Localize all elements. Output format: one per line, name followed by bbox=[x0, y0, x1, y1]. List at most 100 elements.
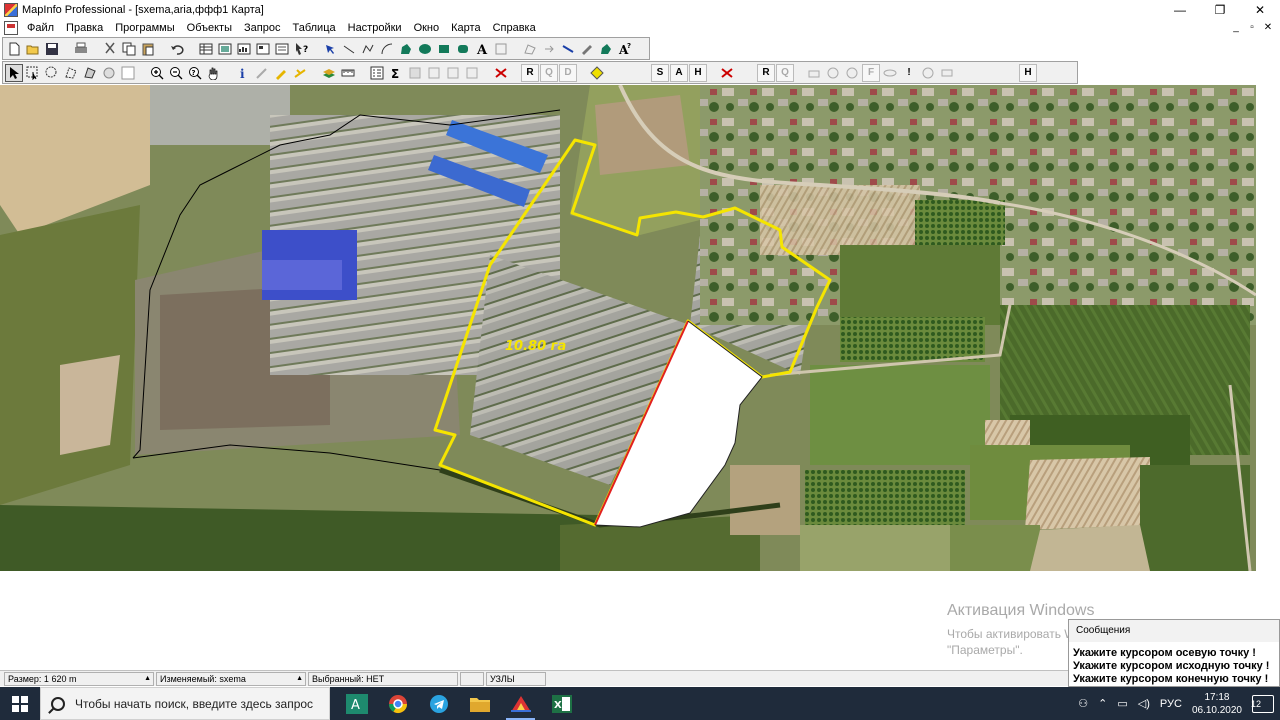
change-view-icon[interactable]: ? bbox=[186, 64, 204, 82]
taskbar-search[interactable]: Чтобы начать поиск, введите здесь запрос bbox=[40, 687, 330, 720]
d-button[interactable]: D bbox=[559, 63, 577, 82]
split-icon[interactable] bbox=[463, 64, 481, 82]
f-button[interactable]: F bbox=[862, 63, 880, 82]
messages-window[interactable]: Сообщения Укажите курсором осевую точку … bbox=[1068, 619, 1280, 687]
unselect-all-icon[interactable] bbox=[100, 64, 118, 82]
graph-select-icon[interactable] bbox=[119, 64, 137, 82]
menu-map[interactable]: Карта bbox=[446, 21, 487, 35]
new-grapher-icon[interactable] bbox=[235, 40, 253, 58]
q-button[interactable]: Q bbox=[540, 63, 558, 82]
label-tool-icon[interactable] bbox=[272, 64, 290, 82]
clock[interactable]: 17:18 06.10.2020 bbox=[1192, 691, 1242, 717]
route2-icon[interactable] bbox=[718, 64, 736, 82]
q2-button[interactable]: Q bbox=[776, 63, 794, 82]
redistrict-icon[interactable] bbox=[273, 40, 291, 58]
erase-outside-icon[interactable] bbox=[444, 64, 462, 82]
ruler-icon[interactable] bbox=[339, 64, 357, 82]
taskbar-app-explorer[interactable] bbox=[459, 687, 500, 720]
menu-query[interactable]: Запрос bbox=[239, 21, 287, 35]
select-arrow-icon[interactable] bbox=[321, 40, 339, 58]
menu-file[interactable]: Файл bbox=[22, 21, 61, 35]
rectangle-tool-icon[interactable] bbox=[435, 40, 453, 58]
notifications-button[interactable]: 12 bbox=[1251, 694, 1274, 713]
rounded-rect-tool-icon[interactable] bbox=[454, 40, 472, 58]
polyline-tool-icon[interactable] bbox=[359, 40, 377, 58]
undo-icon[interactable] bbox=[168, 40, 186, 58]
h2-button[interactable]: H bbox=[1019, 63, 1037, 82]
menu-edit[interactable]: Правка bbox=[61, 21, 110, 35]
new-file-icon[interactable] bbox=[5, 40, 23, 58]
drag-window-icon[interactable] bbox=[291, 64, 309, 82]
line-style-icon[interactable] bbox=[559, 40, 577, 58]
add-node-icon[interactable] bbox=[540, 40, 558, 58]
map-window[interactable]: 10.80 га bbox=[0, 85, 1256, 571]
eye-icon[interactable] bbox=[881, 64, 899, 82]
boundary-select-icon[interactable] bbox=[81, 64, 99, 82]
print-icon[interactable] bbox=[72, 40, 90, 58]
new-browser-icon[interactable] bbox=[197, 40, 215, 58]
polygon-tool-icon[interactable] bbox=[397, 40, 415, 58]
taskbar-app-excel[interactable]: X bbox=[541, 687, 582, 720]
close-button[interactable]: ✕ bbox=[1240, 0, 1280, 20]
new-mapper-icon[interactable] bbox=[216, 40, 234, 58]
network-icon[interactable]: ▭ bbox=[1117, 697, 1127, 710]
pen-style-icon[interactable] bbox=[578, 40, 596, 58]
ellipse-tool-icon[interactable] bbox=[416, 40, 434, 58]
zoom-size-cell[interactable]: Размер: 1 620 m ▲ bbox=[4, 671, 154, 686]
mdi-minimize-button[interactable]: _ bbox=[1230, 20, 1242, 34]
region-style-icon[interactable] bbox=[597, 40, 615, 58]
editable-layer-cell[interactable]: Изменяемый: sxema ▲ bbox=[156, 671, 306, 686]
tool-c-icon[interactable] bbox=[843, 64, 861, 82]
people-icon[interactable]: ⚇ bbox=[1078, 697, 1088, 710]
taskbar-app-mapinfo[interactable] bbox=[500, 687, 541, 720]
layer-control-icon[interactable] bbox=[320, 64, 338, 82]
new-layout-icon[interactable] bbox=[254, 40, 272, 58]
radius-select-icon[interactable] bbox=[43, 64, 61, 82]
arc-tool-icon[interactable] bbox=[378, 40, 396, 58]
menu-table[interactable]: Таблица bbox=[287, 21, 342, 35]
map-canvas[interactable] bbox=[0, 85, 1256, 571]
taskbar-app-maps[interactable]: A bbox=[336, 687, 377, 720]
menu-window[interactable]: Окно bbox=[409, 21, 447, 35]
select-pointer-icon[interactable] bbox=[5, 63, 23, 82]
info-tool-icon[interactable]: i bbox=[234, 64, 252, 82]
mdi-restore-button[interactable]: ▫ bbox=[1246, 20, 1258, 34]
chevron-up-icon[interactable]: ⌃ bbox=[1098, 697, 1107, 710]
menu-objects[interactable]: Объекты bbox=[182, 21, 239, 35]
grabber-hand-icon[interactable] bbox=[205, 64, 223, 82]
open-folder-icon[interactable] bbox=[24, 40, 42, 58]
taskbar-app-chrome[interactable] bbox=[377, 687, 418, 720]
diamond-icon[interactable] bbox=[588, 64, 606, 82]
paste-icon[interactable] bbox=[139, 40, 157, 58]
zoom-out-icon[interactable] bbox=[167, 64, 185, 82]
text-tool-icon[interactable]: A bbox=[473, 40, 491, 58]
set-target-icon[interactable] bbox=[406, 64, 424, 82]
tool-e-icon[interactable] bbox=[938, 64, 956, 82]
taskbar-app-telegram[interactable] bbox=[418, 687, 459, 720]
mdi-close-button[interactable]: ✕ bbox=[1262, 20, 1274, 34]
save-icon[interactable] bbox=[43, 40, 61, 58]
route-icon[interactable] bbox=[492, 64, 510, 82]
r-button[interactable]: R bbox=[521, 63, 539, 82]
help-pointer-icon[interactable]: ? bbox=[292, 40, 310, 58]
volume-icon[interactable]: ◁) bbox=[1138, 697, 1150, 710]
legend-icon[interactable] bbox=[368, 64, 386, 82]
hotlink-icon[interactable] bbox=[253, 64, 271, 82]
text-style-icon[interactable]: A? bbox=[616, 40, 634, 58]
zoom-in-icon[interactable] bbox=[148, 64, 166, 82]
copy-icon[interactable] bbox=[120, 40, 138, 58]
menu-help[interactable]: Справка bbox=[488, 21, 543, 35]
mdi-window-icon[interactable] bbox=[4, 21, 18, 35]
marquee-select-icon[interactable] bbox=[24, 64, 42, 82]
statistics-icon[interactable]: Σ bbox=[387, 64, 405, 82]
language-indicator[interactable]: РУС bbox=[1160, 698, 1182, 710]
r2-button[interactable]: R bbox=[757, 63, 775, 82]
h-button[interactable]: H bbox=[689, 63, 707, 82]
cut-icon[interactable] bbox=[101, 40, 119, 58]
menu-programs[interactable]: Программы bbox=[110, 21, 181, 35]
tool-a-icon[interactable] bbox=[805, 64, 823, 82]
a-button[interactable]: A bbox=[670, 63, 688, 82]
maximize-button[interactable]: ❐ bbox=[1200, 0, 1240, 20]
polygon-select-icon[interactable] bbox=[62, 64, 80, 82]
frame-tool-icon[interactable] bbox=[492, 40, 510, 58]
